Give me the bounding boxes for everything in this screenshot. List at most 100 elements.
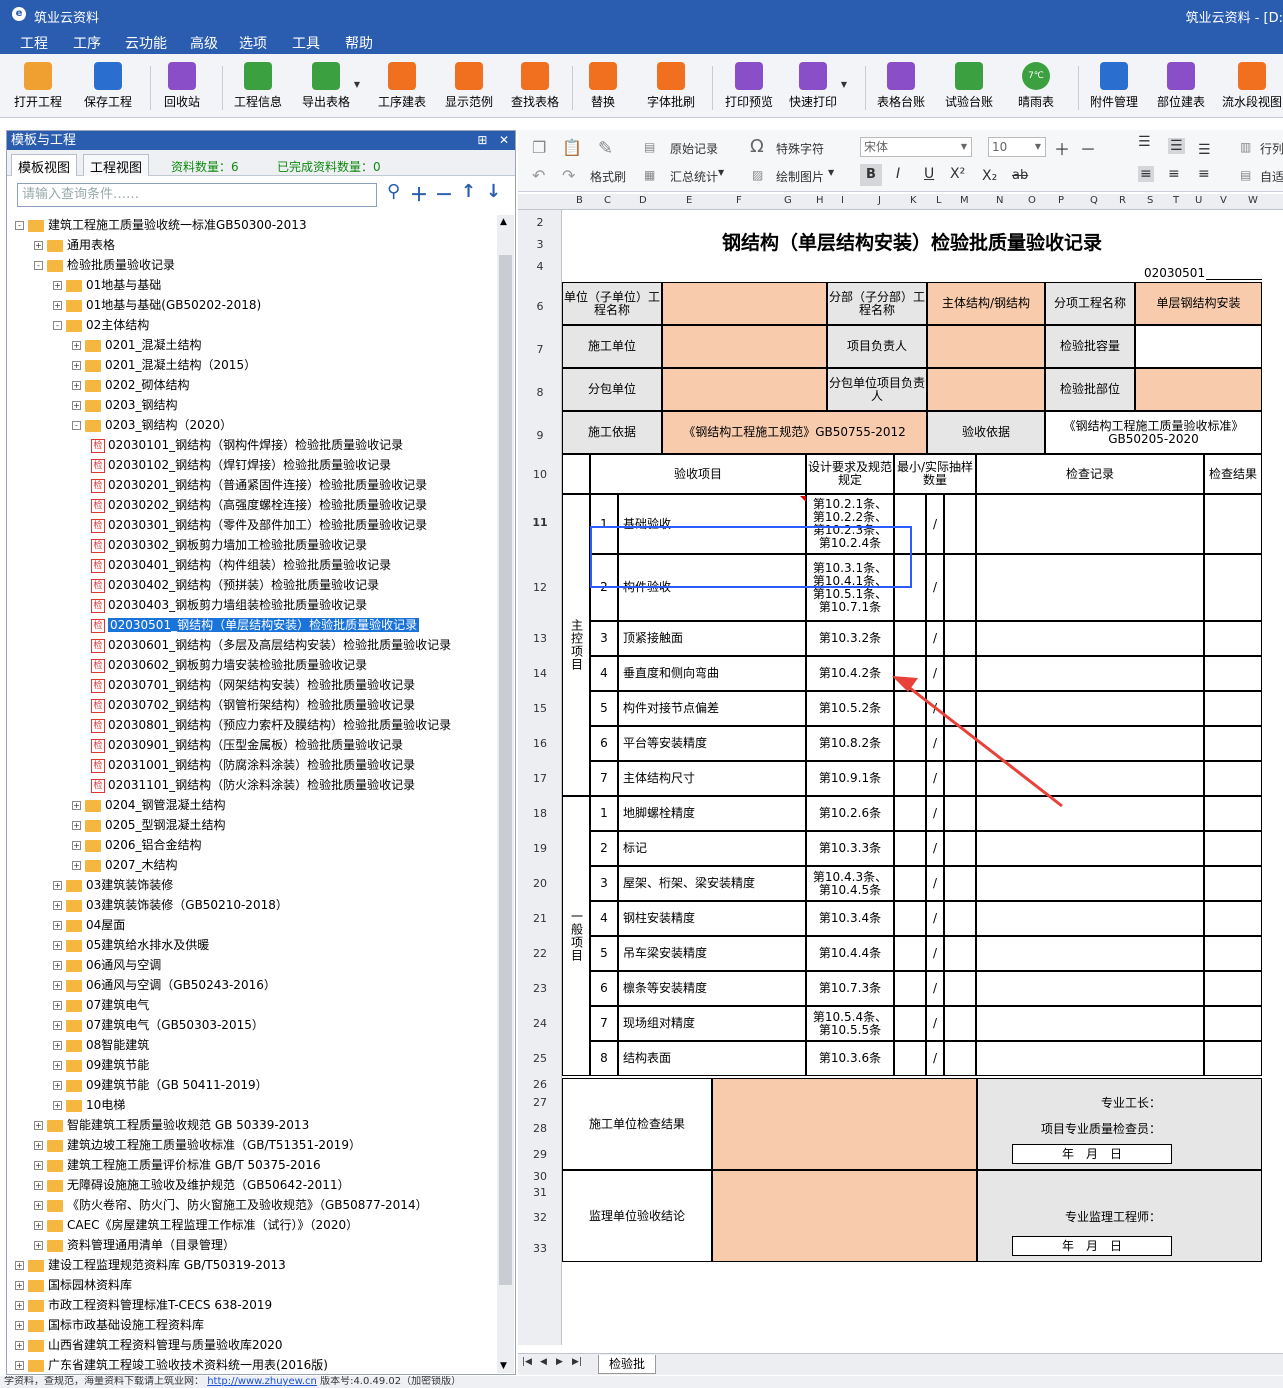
undo-icon[interactable]: ↶ <box>532 166 545 185</box>
tree-item-document[interactable]: 检 02030402_钢结构（预拼装）检验批质量验收记录 <box>91 575 379 595</box>
scroll-down-icon[interactable]: ▼ <box>500 1361 507 1371</box>
column-header[interactable]: P <box>1058 195 1064 206</box>
sheet-tab-inspection[interactable]: 检验批 <box>598 1355 657 1374</box>
tree-item-folder[interactable]: +08智能建筑 <box>53 1035 149 1055</box>
expand-plus-icon[interactable]: ＋ <box>410 181 428 207</box>
expand-toggle-icon[interactable]: + <box>72 381 81 390</box>
tree-item-folder[interactable]: +03建筑装饰装修（GB50210-2018） <box>53 895 288 915</box>
row-header[interactable]: 25 <box>518 1052 562 1065</box>
close-icon[interactable]: ✕ <box>499 133 509 147</box>
tree-item-folder[interactable]: + 建筑工程施工质量评价标准 GB/T 50375-2016 <box>34 1155 321 1175</box>
toolbar-folder-open-button[interactable]: 打开工程 <box>14 62 62 110</box>
paste-icon[interactable]: 📋 <box>562 138 582 157</box>
toolbar-info-button[interactable]: 工程信息 <box>234 62 282 110</box>
row-header[interactable]: 32 <box>518 1211 562 1224</box>
expand-toggle-icon[interactable]: + <box>53 1061 62 1070</box>
row-header[interactable]: 19 <box>518 842 562 855</box>
row-header[interactable]: 7 <box>518 343 562 356</box>
row-header[interactable]: 30 <box>518 1170 562 1183</box>
tree-item-folder[interactable]: + 市政工程资料管理标准T-CECS 638-2019 <box>15 1295 272 1315</box>
tree-item-folder[interactable]: + 资料管理通用清单（目录管理） <box>34 1235 235 1255</box>
tree-item-folder[interactable]: - 检验批质量验收记录 <box>34 255 175 275</box>
tree-item-document[interactable]: 检 02030601_钢结构（多层及高层结构安装）检验批质量验收记录 <box>91 635 451 655</box>
toolbar-ledger-button[interactable]: 表格台账 <box>877 62 925 110</box>
toolbar-font-brush-button[interactable]: 字体批刷 <box>647 62 695 110</box>
tree-item-folder[interactable]: +0201_混凝土结构（2015） <box>72 355 256 375</box>
tree-item-document[interactable]: 检 02030202_钢结构（高强度螺栓连接）检验批质量验收记录 <box>91 495 427 515</box>
row-header[interactable]: 21 <box>518 912 562 925</box>
tree-item-folder[interactable]: +09建筑节能（GB 50411-2019） <box>53 1075 268 1095</box>
worksheet[interactable]: 钢结构（单层结构安装）检验批质量验收记录 02030501 单位（子单位）工程名… <box>562 210 1283 1345</box>
row-header[interactable]: 26 <box>518 1078 562 1091</box>
tree-item-folder[interactable]: + CAEC《房屋建筑工程监理工作标准（试行）》（2020） <box>34 1215 358 1235</box>
column-header[interactable]: T <box>1173 195 1179 206</box>
collapse-minus-icon[interactable]: － <box>435 181 453 207</box>
tree-item-folder[interactable]: + 无障碍设施施工验收及维护规范（GB50642-2011） <box>34 1175 350 1195</box>
column-header[interactable]: B <box>576 195 583 206</box>
tree-item-folder[interactable]: + 广东省建筑工程竣工验收技术资料统一用表(2016版) <box>15 1355 328 1373</box>
column-header[interactable]: L <box>936 195 942 206</box>
expand-toggle-icon[interactable]: + <box>34 1161 43 1170</box>
toolbar-search-table-button[interactable]: 查找表格 <box>511 62 559 110</box>
row-header[interactable]: 20 <box>518 877 562 890</box>
align-middle-icon[interactable]: ☰ <box>1168 138 1185 154</box>
tree-item-document[interactable]: 检 02031001_钢结构（防腐涂料涂装）检验批质量验收记录 <box>91 755 415 775</box>
copy-icon[interactable]: ❐ <box>532 138 546 157</box>
column-header[interactable]: Q <box>1090 195 1098 206</box>
dropdown-arrow-icon[interactable]: ▼ <box>841 80 847 89</box>
row-header[interactable]: 4 <box>518 260 562 273</box>
row-header[interactable]: 18 <box>518 807 562 820</box>
tree-item-folder[interactable]: + 国标市政基础设施工程资料库 <box>15 1315 204 1335</box>
move-up-icon[interactable]: ↑ <box>461 181 476 202</box>
font-decrease-icon[interactable]: － <box>1080 136 1096 160</box>
menu-advanced[interactable]: 高级 <box>190 33 218 53</box>
tree-item-document[interactable]: 检 02030602_钢板剪力墙安装检验批质量验收记录 <box>91 655 367 675</box>
collapse-toggle-icon[interactable]: - <box>53 321 62 330</box>
row-header[interactable]: 9 <box>518 429 562 442</box>
expand-toggle-icon[interactable]: + <box>15 1361 24 1370</box>
row-header[interactable]: 8 <box>518 386 562 399</box>
tree-item-folder[interactable]: + 通用表格 <box>34 235 115 255</box>
website-link[interactable]: http://www.zhuyew.cn <box>207 1376 317 1387</box>
tree-item-folder[interactable]: +0206_铝合金结构 <box>72 835 202 855</box>
superscript-button[interactable]: X² <box>950 166 965 182</box>
tree-item-folder[interactable]: - 建筑工程施工质量验收统一标准GB50300-2013 <box>15 215 307 235</box>
draw-image-button[interactable]: 绘制图片 <box>776 168 824 185</box>
tree-item-folder[interactable]: + 智能建筑工程质量验收规范 GB 50339-2013 <box>34 1115 309 1135</box>
next-sheet-icon[interactable]: ▶ <box>556 1357 563 1367</box>
collapse-toggle-icon[interactable]: - <box>15 221 24 230</box>
expand-toggle-icon[interactable]: + <box>34 1181 43 1190</box>
column-header[interactable]: J <box>878 195 881 206</box>
tree-item-document[interactable]: 检 02030403_钢板剪力墙组装检验批质量验收记录 <box>91 595 367 615</box>
row-header[interactable]: 33 <box>518 1242 562 1255</box>
row-header[interactable]: 13 <box>518 632 562 645</box>
tree-item-folder[interactable]: + 国标园林资料库 <box>15 1275 132 1295</box>
tree-item-folder[interactable]: +0202_砌体结构 <box>72 375 190 395</box>
expand-toggle-icon[interactable]: + <box>53 1001 62 1010</box>
row-header[interactable]: 27 <box>518 1096 562 1109</box>
tree-item-document[interactable]: 检 02030701_钢结构（网架结构安装）检验批质量验收记录 <box>91 675 415 695</box>
row-header[interactable]: 14 <box>518 667 562 680</box>
subscript-button[interactable]: X₂ <box>982 168 997 184</box>
special-char-button[interactable]: 特殊字符 <box>776 140 824 157</box>
column-header[interactable]: R <box>1119 195 1126 206</box>
column-header[interactable]: C <box>604 195 611 206</box>
row-header[interactable]: 31 <box>518 1186 562 1199</box>
column-header[interactable]: U <box>1195 195 1202 206</box>
align-bottom-icon[interactable]: ☰ <box>1198 142 1211 158</box>
tree-item-folder[interactable]: - 0203_钢结构（2020） <box>72 415 232 435</box>
menu-tools[interactable]: 工具 <box>292 33 320 53</box>
row-header[interactable]: 29 <box>518 1148 562 1161</box>
expand-toggle-icon[interactable]: + <box>15 1281 24 1290</box>
expand-toggle-icon[interactable]: + <box>15 1321 24 1330</box>
tree-item-document[interactable]: 检 02030401_钢结构（构件组装）检验批质量验收记录 <box>91 555 391 575</box>
scroll-up-icon[interactable]: ▲ <box>500 217 507 227</box>
tree-item-folder[interactable]: + 《防火卷帘、防火门、防火窗施工及验收规范》（GB50877-2014） <box>34 1195 428 1215</box>
format-brush-button[interactable]: 格式刷 <box>590 168 626 185</box>
tree-item-document[interactable]: 检 02030301_钢结构（零件及部件加工）检验批质量验收记录 <box>91 515 427 535</box>
column-header[interactable]: H <box>816 195 824 206</box>
last-sheet-icon[interactable]: ▶| <box>572 1357 582 1367</box>
row-header[interactable]: 15 <box>518 702 562 715</box>
toolbar-trash-button[interactable]: 回收站 <box>164 62 200 110</box>
menu-help[interactable]: 帮助 <box>345 33 373 53</box>
